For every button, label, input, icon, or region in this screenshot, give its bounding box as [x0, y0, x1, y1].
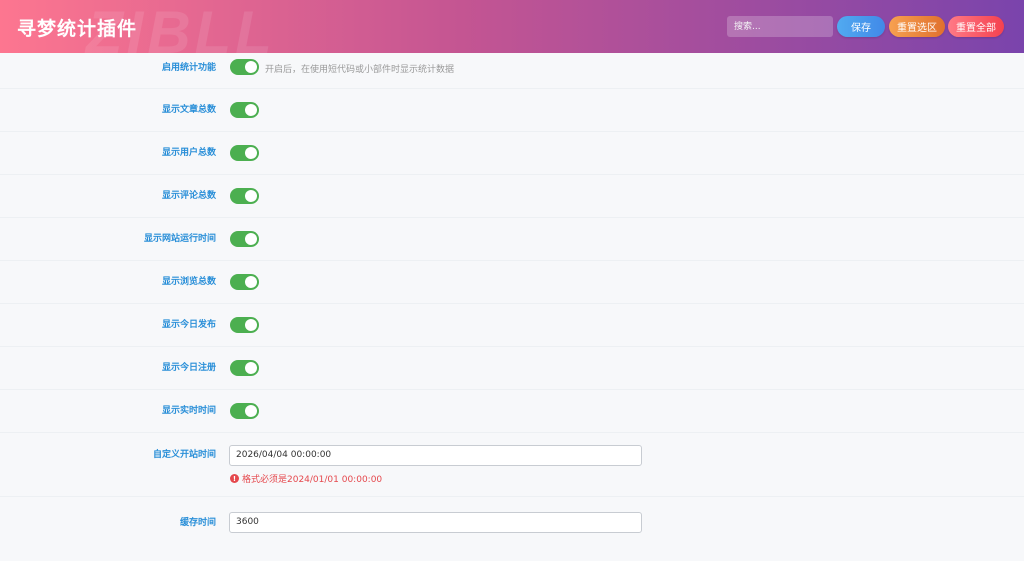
toggle-knob	[245, 61, 257, 73]
setting-label: 显示今日注册	[161, 363, 216, 373]
toggle-knob	[245, 233, 257, 245]
enable-toggle[interactable]	[230, 59, 259, 75]
realtime-clock-toggle[interactable]	[230, 403, 259, 419]
setting-hint: 开启后，在使用短代码或小部件时显示统计数据	[265, 65, 455, 75]
setting-label: 显示用户总数	[161, 148, 216, 158]
start-time-error: ! 格式必须是2024/01/01 00:00:00	[230, 472, 382, 485]
setting-row-enable: 启用统计功能 开启后，在使用短代码或小部件时显示统计数据	[0, 53, 1024, 89]
setting-label: 显示评论总数	[161, 191, 216, 201]
setting-label: 显示实时时间	[161, 406, 216, 416]
setting-row-view-count: 显示浏览总数	[0, 261, 1024, 304]
setting-label: 启用统计功能	[161, 63, 216, 73]
page-title: 寻梦统计插件	[17, 18, 138, 40]
toggle-knob	[245, 147, 257, 159]
error-text: 格式必须是2024/01/01 00:00:00	[242, 475, 383, 485]
uptime-toggle[interactable]	[230, 231, 259, 247]
post-count-toggle[interactable]	[230, 102, 259, 118]
toggle-knob	[245, 405, 257, 417]
toggle-knob	[245, 362, 257, 374]
comment-count-toggle[interactable]	[230, 188, 259, 204]
save-button[interactable]: 保存	[837, 16, 885, 37]
setting-row-start-time: 自定义开站时间 2026/04/04 00:00:00 ! 格式必须是2024/…	[0, 433, 1024, 497]
user-count-toggle[interactable]	[230, 145, 259, 161]
setting-label: 自定义开站时间	[152, 450, 216, 460]
exclamation-icon: !	[230, 474, 239, 483]
search-input[interactable]	[727, 16, 833, 37]
reset-all-button[interactable]: 重置全部	[948, 16, 1004, 37]
reset-section-button[interactable]: 重置选区	[889, 16, 945, 37]
setting-row-uptime: 显示网站运行时间	[0, 218, 1024, 261]
settings-panel: 启用统计功能 开启后，在使用短代码或小部件时显示统计数据 显示文章总数 显示用户…	[0, 53, 1024, 561]
cache-time-input[interactable]: 3600	[229, 512, 642, 533]
header-bar: ZIBLL 寻梦统计插件 保存 重置选区 重置全部	[0, 0, 1024, 53]
view-count-toggle[interactable]	[230, 274, 259, 290]
setting-row-today-posts: 显示今日发布	[0, 304, 1024, 347]
setting-row-comment-count: 显示评论总数	[0, 175, 1024, 218]
toggle-knob	[245, 190, 257, 202]
setting-label: 缓存时间	[179, 518, 216, 528]
toggle-knob	[245, 276, 257, 288]
setting-label: 显示浏览总数	[161, 277, 216, 287]
today-registrations-toggle[interactable]	[230, 360, 259, 376]
start-time-input[interactable]: 2026/04/04 00:00:00	[229, 445, 642, 466]
setting-row-cache-time: 缓存时间 3600	[0, 497, 1024, 561]
setting-label: 显示今日发布	[161, 320, 216, 330]
setting-row-post-count: 显示文章总数	[0, 89, 1024, 132]
toggle-knob	[245, 319, 257, 331]
setting-row-user-count: 显示用户总数	[0, 132, 1024, 175]
setting-row-realtime-clock: 显示实时时间	[0, 390, 1024, 433]
today-posts-toggle[interactable]	[230, 317, 259, 333]
toggle-knob	[245, 104, 257, 116]
setting-row-today-registrations: 显示今日注册	[0, 347, 1024, 390]
setting-label: 显示文章总数	[161, 105, 216, 115]
setting-label: 显示网站运行时间	[143, 234, 216, 244]
